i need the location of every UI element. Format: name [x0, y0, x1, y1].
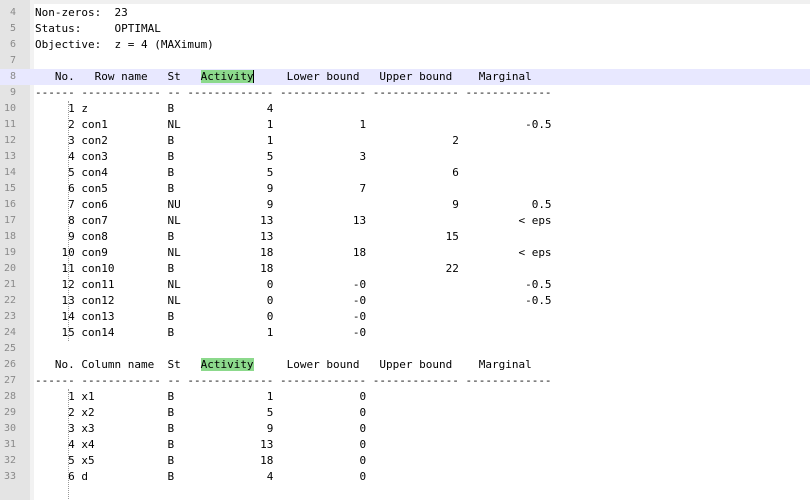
line-number: 26 [3, 359, 16, 370]
line-number: 30 [3, 423, 16, 434]
line-number: 16 [3, 199, 16, 210]
row-entry-line[interactable]: 19 10 con9 NL 18 18 < eps [0, 245, 810, 261]
column-entry-line[interactable]: 28 1 x1 B 1 0 [0, 389, 810, 405]
line-text: 11 con10 B 18 22 [35, 262, 459, 275]
line-number: 11 [3, 119, 16, 130]
column-entry-line[interactable]: 29 2 x2 B 5 0 [0, 405, 810, 421]
header-line[interactable]: 4 Non-zeros: 23 [0, 5, 810, 21]
line-text: 1 x1 B 1 0 [35, 390, 367, 403]
line-text: 4 x4 B 13 0 [35, 438, 367, 451]
line-number: 14 [3, 167, 16, 178]
line-text: 6 con5 B 9 7 [35, 182, 367, 195]
row-entry-line[interactable]: 11 2 con1 NL 1 1 -0.5 [0, 117, 810, 133]
line-number: 19 [3, 247, 16, 258]
column-entry-line[interactable]: 32 5 x5 B 18 0 [0, 453, 810, 469]
row-entry-line[interactable]: 23 14 con13 B 0 -0 [0, 309, 810, 325]
line-number: 31 [3, 439, 16, 450]
column-entry-line[interactable]: 30 3 x3 B 9 0 [0, 421, 810, 437]
line-number: 25 [3, 343, 16, 354]
row-entry-line[interactable]: 21 12 con11 NL 0 -0 -0.5 [0, 277, 810, 293]
search-highlight: Activity [200, 358, 254, 371]
line-number: 24 [3, 327, 16, 338]
line-number: 33 [3, 471, 16, 482]
line-text: 10 con9 NL 18 18 < eps [35, 246, 552, 259]
line-number: 5 [9, 23, 16, 34]
line-text: Non-zeros: 23 [35, 6, 128, 19]
row-entry-line[interactable]: 13 4 con3 B 5 3 [0, 149, 810, 165]
line-number: 28 [3, 391, 16, 402]
line-number: 7 [9, 55, 16, 66]
line-number: 32 [3, 455, 16, 466]
line-text: 13 con12 NL 0 -0 -0.5 [35, 294, 552, 307]
line-number: 12 [3, 135, 16, 146]
rows-table-header[interactable]: 8 No. Row name St Activity Lower bound U… [0, 69, 810, 85]
line-text: 8 con7 NL 13 13 < eps [35, 214, 552, 227]
line-text: ------ ------------ -- ------------- ---… [35, 86, 552, 99]
row-entry-line[interactable]: 17 8 con7 NL 13 13 < eps [0, 213, 810, 229]
row-entry-line[interactable]: 15 6 con5 B 9 7 [0, 181, 810, 197]
line-text: 9 con8 B 13 15 [35, 230, 459, 243]
row-entry-line[interactable]: 18 9 con8 B 13 15 [0, 229, 810, 245]
header-line[interactable]: 5 Status: OPTIMAL [0, 21, 810, 37]
rows-table-separator[interactable]: 9 ------ ------------ -- ------------- --… [0, 85, 810, 101]
line-text: 12 con11 NL 0 -0 -0.5 [35, 278, 552, 291]
line-text: Status: OPTIMAL [35, 22, 161, 35]
column-entry-line[interactable]: 33 6 d B 4 0 [0, 469, 810, 485]
line-text: No. Column name St Activity Lower bound … [35, 358, 532, 371]
header-line[interactable]: 6 Objective: z = 4 (MAXimum) [0, 37, 810, 53]
line-text: 15 con14 B 1 -0 [35, 326, 367, 339]
row-entry-line[interactable]: 22 13 con12 NL 0 -0 -0.5 [0, 293, 810, 309]
line-number: 10 [3, 103, 16, 114]
line-number: 29 [3, 407, 16, 418]
line-number: 18 [3, 231, 16, 242]
header-line[interactable]: 7 [0, 53, 810, 69]
line-number: 23 [3, 311, 16, 322]
row-entry-line[interactable]: 25 [0, 341, 810, 357]
line-text: 3 x3 B 9 0 [35, 422, 367, 435]
line-text: ------ ------------ -- ------------- ---… [35, 374, 552, 387]
line-number: 8 [9, 71, 16, 82]
line-text: Objective: z = 4 (MAXimum) [35, 38, 214, 51]
line-number: 27 [3, 375, 16, 386]
indent-guide-columns [68, 389, 69, 500]
editor-top-edge [0, 0, 810, 4]
line-text: 14 con13 B 0 -0 [35, 310, 367, 323]
line-text: 5 con4 B 5 6 [35, 166, 459, 179]
line-text: 2 con1 NL 1 1 -0.5 [35, 118, 552, 131]
line-number: 6 [9, 39, 16, 50]
row-entry-line[interactable]: 24 15 con14 B 1 -0 [0, 325, 810, 341]
text-editor[interactable]: 4 Non-zeros: 23 5 Status: OPTIMAL 6 Objective… [0, 0, 810, 500]
line-number: 17 [3, 215, 16, 226]
line-number: 20 [3, 263, 16, 274]
line-text: 7 con6 NU 9 9 0.5 [35, 198, 552, 211]
text-caret [252, 70, 254, 83]
line-number: 21 [3, 279, 16, 290]
line-number: 15 [3, 183, 16, 194]
line-text: 5 x5 B 18 0 [35, 454, 367, 467]
row-entry-line[interactable]: 16 7 con6 NU 9 9 0.5 [0, 197, 810, 213]
line-text: 3 con2 B 1 2 [35, 134, 459, 147]
line-text: 2 x2 B 5 0 [35, 406, 367, 419]
line-text: 1 z B 4 [35, 102, 274, 115]
columns-table-separator[interactable]: 27 ------ ------------ -- ------------- -… [0, 373, 810, 389]
indent-guide-rows [68, 101, 69, 341]
row-entry-line[interactable]: 14 5 con4 B 5 6 [0, 165, 810, 181]
line-number: 9 [9, 87, 16, 98]
line-text: No. Row name St Activity Lower bound Upp… [35, 70, 532, 83]
line-text: 6 d B 4 0 [35, 470, 367, 483]
search-highlight: Activity [200, 70, 254, 83]
row-entry-line[interactable]: 20 11 con10 B 18 22 [0, 261, 810, 277]
line-number: 22 [3, 295, 16, 306]
row-entry-line[interactable]: 10 1 z B 4 [0, 101, 810, 117]
line-number: 4 [9, 7, 16, 18]
columns-table-header[interactable]: 26 No. Column name St Activity Lower bou… [0, 357, 810, 373]
line-number: 13 [3, 151, 16, 162]
column-entry-line[interactable]: 31 4 x4 B 13 0 [0, 437, 810, 453]
row-entry-line[interactable]: 12 3 con2 B 1 2 [0, 133, 810, 149]
line-text: 4 con3 B 5 3 [35, 150, 367, 163]
